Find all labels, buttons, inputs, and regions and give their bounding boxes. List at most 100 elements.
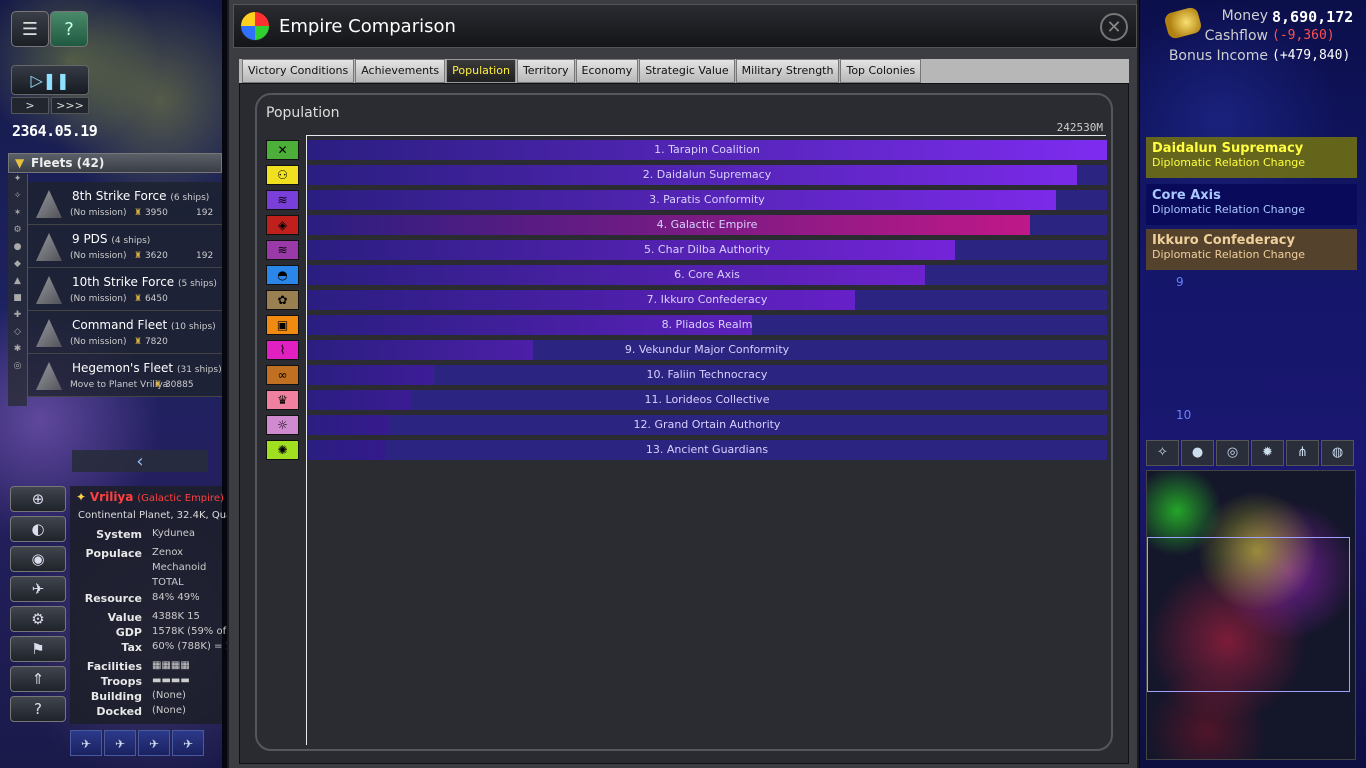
fleet-name: 8th Strike Force [72, 189, 167, 203]
play-pause-button[interactable]: ▷❚❚ [11, 65, 89, 95]
filter-icon[interactable]: ✦ [8, 174, 27, 191]
population-bar-row[interactable]: ☼ 12. Grand Ortain Authority [266, 415, 1107, 435]
bonus-value: (+479,840) [1272, 48, 1351, 63]
notice-item[interactable]: Ikkuro Confederacy Diplomatic Relation C… [1146, 229, 1357, 270]
notice-item[interactable]: Daidalun Supremacy Diplomatic Relation C… [1146, 137, 1357, 178]
tab-economy[interactable]: Economy [575, 59, 639, 83]
bar-label: 9. Vekundur Major Conformity [624, 343, 790, 356]
help-icon[interactable]: ? [50, 11, 88, 47]
fleet-list-item[interactable]: 8th Strike Force (6 ships) (No mission) … [28, 182, 222, 225]
filter-icon[interactable]: ✱ [8, 344, 27, 361]
ship-icon [36, 319, 62, 347]
row-value: 60% (788K) = 1 [152, 641, 232, 652]
fleets-header[interactable]: ▼ Fleets (42) [8, 153, 222, 173]
filter-icon[interactable]: ⚙ [8, 225, 27, 242]
notice-item[interactable]: Core Axis Diplomatic Relation Change [1146, 184, 1357, 225]
speed-fast-button[interactable]: >>> [51, 97, 89, 114]
ship-icon[interactable]: ✈ [10, 576, 66, 602]
planet-empire[interactable]: (Galactic Empire) [137, 493, 224, 504]
flag-icon[interactable]: ⚑ [10, 636, 66, 662]
tab-achievements[interactable]: Achievements [355, 59, 446, 83]
population-bar-row[interactable]: ✕ 1. Tarapin Coalition [266, 140, 1107, 160]
population-bar-row[interactable]: ◓ 6. Core Axis [266, 265, 1107, 285]
notice-title: Ikkuro Confederacy [1152, 233, 1295, 248]
dialog-title: Empire Comparison [279, 16, 456, 37]
ringed-planet-icon[interactable]: ◎ [1216, 440, 1249, 466]
planet-name[interactable]: Vriliya [90, 490, 133, 504]
close-icon[interactable]: ✕ [1100, 13, 1128, 41]
filter-icon[interactable]: ◎ [8, 361, 27, 378]
population-bar-row[interactable]: ◈ 4. Galactic Empire [266, 215, 1107, 235]
quick-build-bar: ✈ ✈ ✈ ✈ [70, 730, 222, 758]
empire-flag-icon: ▣ [266, 315, 299, 335]
star-icon[interactable]: ✹ [1251, 440, 1284, 466]
population-bar-row[interactable]: ✺ 13. Ancient Guardians [266, 440, 1107, 460]
filter-icon[interactable]: ● [8, 242, 27, 259]
target-lock-icon[interactable]: ⊕ [10, 486, 66, 512]
facility-icons[interactable]: ▦▦▦▦ [152, 660, 190, 671]
tab-military-strength[interactable]: Military Strength [735, 59, 840, 83]
row-label: Docked [96, 705, 142, 718]
empire-flag-icon: ♛ [266, 390, 299, 410]
fleet-list-item[interactable]: 9 PDS (4 ships) (No mission) ♜ 3620 192 [28, 225, 222, 268]
globe-icon[interactable]: ◍ [1321, 440, 1354, 466]
build-ship-icon[interactable]: ✈ [104, 730, 136, 756]
planet-row: Tax 60% (788K) = 1 [70, 641, 232, 656]
planet-row: TOTAL [70, 577, 222, 592]
chevron-left-icon[interactable]: ‹ [72, 450, 208, 472]
population-bar-row[interactable]: ⚇ 2. Daidalun Supremacy [266, 165, 1107, 185]
tab-territory[interactable]: Territory [516, 59, 575, 83]
row-value[interactable]: Kydunea [152, 528, 195, 539]
troop-icons[interactable]: ▬▬▬▬ [152, 675, 190, 686]
population-bar-row[interactable]: ≋ 3. Paratis Conformity [266, 190, 1107, 210]
population-bar-row[interactable]: ∞ 10. Faliin Technocracy [266, 365, 1107, 385]
fleet-mission: (No mission) [70, 251, 127, 261]
tab-population[interactable]: Population [446, 59, 516, 83]
row-label: Tax [121, 641, 142, 654]
planet-row: Troops ▬▬▬▬ [70, 675, 222, 690]
speed-step-button[interactable]: > [11, 97, 49, 114]
tab-top-colonies[interactable]: Top Colonies [840, 59, 922, 83]
empire-flag-icon: ✕ [266, 140, 299, 160]
population-bar-row[interactable]: ≋ 5. Char Dilba Authority [266, 240, 1107, 260]
filter-icon[interactable]: ✶ [8, 208, 27, 225]
population-bar-row[interactable]: ♛ 11. Lorideos Collective [266, 390, 1107, 410]
tab-strategic-value[interactable]: Strategic Value [639, 59, 735, 83]
query-icon[interactable]: ? [10, 696, 66, 722]
fleet-list-item[interactable]: Hegemon's Fleet (31 ships) Move to Plane… [28, 354, 222, 397]
fleet-filter-strip[interactable]: ✦ ✧ ✶ ⚙ ● ◆ ▲ ■ ✚ ◇ ✱ ◎ [8, 174, 28, 406]
row-value: 4388K 15 [152, 611, 200, 622]
eye-icon[interactable]: ◉ [10, 546, 66, 572]
tabs: Victory Conditions Achievements Population… [242, 59, 922, 83]
population-bar-row[interactable]: ⌇ 9. Vekundur Major Conformity [266, 340, 1107, 360]
nebula-icon[interactable]: ⋔ [1286, 440, 1319, 466]
build-ship-icon[interactable]: ✈ [172, 730, 204, 756]
bonus-row: Bonus Income (+479,840) [1150, 48, 1360, 68]
filter-icon[interactable]: ◆ [8, 259, 27, 276]
fleet-list-item[interactable]: Command Fleet (10 ships) (No mission) ♜ … [28, 311, 222, 354]
row-label: System [96, 528, 142, 541]
empire-flag-icon: ✺ [266, 440, 299, 460]
filter-icon[interactable]: ✧ [8, 191, 27, 208]
filter-icon[interactable]: ▲ [8, 276, 27, 293]
filter-icon[interactable]: ◇ [8, 327, 27, 344]
population-bar-row[interactable]: ▣ 8. Pliados Realm [266, 315, 1107, 335]
troops-icon[interactable]: ⇑ [10, 666, 66, 692]
tab-victory-conditions[interactable]: Victory Conditions [242, 59, 355, 83]
planet-info-panel: ✦ Vriliya (Galactic Empire) Continental … [70, 486, 235, 724]
build-ship-icon[interactable]: ✈ [138, 730, 170, 756]
satellite-icon[interactable]: ✧ [1146, 440, 1179, 466]
notice-subtitle: Diplomatic Relation Change [1152, 203, 1306, 216]
population-bar-row[interactable]: ✿ 7. Ikkuro Confederacy [266, 290, 1107, 310]
build-ship-icon[interactable]: ✈ [70, 730, 102, 756]
planet-icon[interactable]: ◐ [10, 516, 66, 542]
gear-icon[interactable]: ⚙ [10, 606, 66, 632]
minimap-viewport[interactable] [1147, 537, 1350, 692]
menu-icon[interactable]: ☰ [11, 11, 49, 47]
fleet-ship-count: (5 ships) [178, 279, 217, 289]
minimap[interactable] [1146, 470, 1356, 760]
filter-icon[interactable]: ■ [8, 293, 27, 310]
planet-icon[interactable]: ● [1181, 440, 1214, 466]
fleet-list-item[interactable]: 10th Strike Force (5 ships) (No mission)… [28, 268, 222, 311]
filter-icon[interactable]: ✚ [8, 310, 27, 327]
